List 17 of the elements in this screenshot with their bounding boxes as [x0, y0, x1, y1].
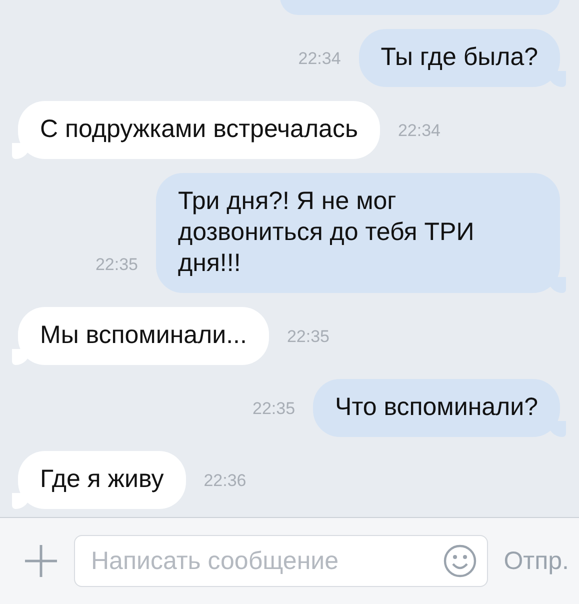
message-time: 22:36: [204, 471, 246, 492]
message-time: 22:35: [252, 399, 296, 420]
outgoing-message: Ты где была?: [358, 29, 566, 87]
message-field[interactable]: Написать сообщение: [74, 535, 488, 587]
message-time: 22:34: [298, 49, 341, 70]
incoming-message: Где я живу: [12, 451, 186, 509]
message-time: 22:35: [286, 327, 330, 348]
outgoing-message: Что вспоминали?: [313, 379, 566, 437]
outgoing-message: Три дня?! Я не мог дозвониться до тебя ТРИ дня!!!: [156, 173, 566, 293]
plus-icon[interactable]: [24, 544, 58, 578]
message-input[interactable]: Написать сообщение: [89, 546, 435, 576]
message-time: 22:34: [398, 121, 441, 142]
send-button[interactable]: Отпр.: [504, 546, 569, 576]
incoming-message: С подружками встречалась: [12, 101, 380, 159]
message-time: 22:35: [95, 255, 138, 276]
incoming-message: Мы вспоминали...: [12, 307, 269, 365]
smiley-icon[interactable]: [442, 544, 477, 578]
